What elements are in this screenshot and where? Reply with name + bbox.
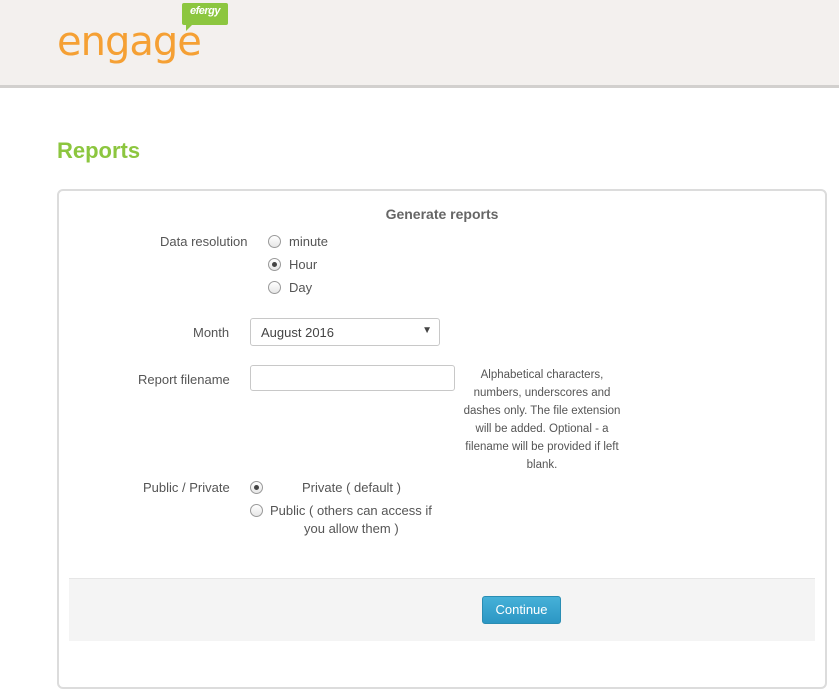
radio-day[interactable] [268,281,281,294]
radio-hour[interactable] [268,258,281,271]
efergy-bubble-icon: efergy [182,3,228,31]
report-filename-label: Report filename [138,372,230,387]
page-header: engage efergy [0,0,839,88]
logo-wordmark: engage [57,19,202,65]
radio-public[interactable] [250,504,263,517]
panel-heading: Generate reports [385,206,499,222]
data-resolution-label: Data resolution [160,234,248,249]
resolution-option-minute[interactable]: minute [268,234,388,252]
radio-public-label-line2[interactable]: you allow them ) [304,521,399,536]
radio-private-label[interactable]: Private ( default ) [302,480,401,495]
caret-down-icon: ▼ [422,325,432,336]
radio-hour-label[interactable]: Hour [289,257,317,272]
logo-bubble-text: efergy [189,5,221,17]
month-select[interactable]: August 2016 ▼ [250,318,440,346]
visibility-option-public[interactable]: Public ( others can access if you allow … [250,503,450,539]
radio-public-label-line1[interactable]: Public ( others can access if [270,503,432,518]
generate-reports-panel: Generate reports Data resolution minute … [57,189,827,689]
radio-day-label[interactable]: Day [289,280,312,295]
radio-private[interactable] [250,481,263,494]
page-title: Reports [57,138,141,163]
report-filename-input[interactable] [250,365,455,391]
month-label: Month [193,325,230,340]
radio-minute[interactable] [268,235,281,248]
public-private-label: Public / Private [143,480,230,495]
form-footer: Continue [69,578,815,641]
continue-button[interactable]: Continue [482,596,561,624]
radio-minute-label[interactable]: minute [289,234,328,249]
resolution-option-day[interactable]: Day [268,280,388,298]
month-select-value: August 2016 [261,325,335,340]
visibility-option-private[interactable]: Private ( default ) [250,480,450,498]
resolution-option-hour[interactable]: Hour [268,257,388,275]
filename-help-text: Alphabetical characters, numbers, unders… [463,369,621,471]
